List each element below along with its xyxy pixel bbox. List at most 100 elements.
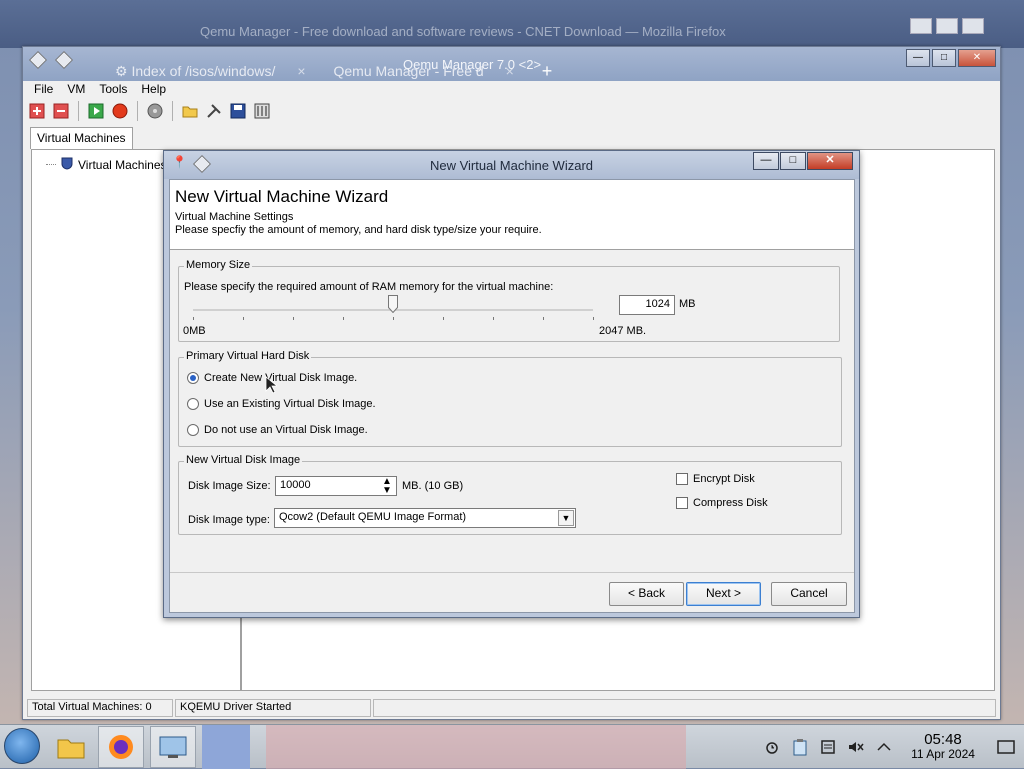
minimize-button[interactable]: —: [906, 49, 930, 67]
volume-muted-icon[interactable]: [842, 733, 870, 761]
slider-tick: [293, 317, 294, 320]
radio-button[interactable]: [187, 372, 199, 384]
encrypt-disk-checkbox[interactable]: Encrypt Disk: [676, 473, 755, 485]
save-icon[interactable]: [228, 101, 248, 121]
memory-slider-thumb[interactable]: [388, 295, 398, 314]
disk-size-label: Disk Image Size:: [188, 480, 271, 492]
group-label: Primary Virtual Hard Disk: [184, 350, 312, 362]
toolbar-separator: [78, 101, 79, 121]
file-manager-icon[interactable]: [48, 726, 94, 768]
notes-icon[interactable]: [814, 733, 842, 761]
main-title-icons: [29, 51, 73, 69]
button-separator: [170, 572, 854, 573]
clock[interactable]: 05:48 11 Apr 2024: [898, 732, 988, 762]
tree-item-virtual-machines[interactable]: Virtual Machines: [46, 156, 167, 173]
memory-prompt: Please specify the required amount of RA…: [184, 281, 554, 293]
start-button[interactable]: [4, 728, 40, 764]
menubar: File VM Tools Help: [27, 81, 173, 99]
radio-button[interactable]: [187, 424, 199, 436]
group-label: New Virtual Disk Image: [184, 454, 303, 466]
slider-tick: [493, 317, 494, 320]
add-vm-icon[interactable]: [27, 101, 47, 121]
taskbar-window-button[interactable]: [202, 725, 250, 769]
alarm-clock-icon[interactable]: [758, 733, 786, 761]
maximize-button[interactable]: □: [780, 152, 806, 170]
radio-button[interactable]: [187, 398, 199, 410]
radio-no-disk[interactable]: Do not use an Virtual Disk Image.: [187, 424, 368, 436]
tab-virtual-machines[interactable]: Virtual Machines: [30, 127, 133, 149]
wizard-header: New Virtual Machine Wizard Virtual Machi…: [170, 180, 854, 250]
menu-tools[interactable]: Tools: [92, 81, 134, 99]
radio-use-existing-disk[interactable]: Use an Existing Virtual Disk Image.: [187, 398, 376, 410]
chevron-down-icon[interactable]: ▼: [558, 510, 574, 526]
memory-value-input[interactable]: 1024: [619, 295, 675, 315]
slider-tick: [443, 317, 444, 320]
browser-tab-index[interactable]: ⚙ Index of /isos/windows/ ×: [103, 61, 318, 81]
checkbox-label: Encrypt Disk: [693, 473, 755, 485]
wizard-description: Please specfiy the amount of memory, and…: [175, 224, 542, 236]
close-button[interactable]: ✕: [958, 49, 996, 67]
back-button[interactable]: < Back: [609, 582, 684, 606]
clipboard-icon[interactable]: [786, 733, 814, 761]
clock-time: 05:48: [924, 731, 962, 748]
slider-tick: [593, 317, 594, 320]
group-label: Memory Size: [184, 259, 253, 271]
qemu-manager-taskbar-icon[interactable]: [150, 726, 196, 768]
toolbar: [27, 99, 272, 123]
disk-size-value: 10000: [280, 479, 311, 491]
close-button[interactable]: ✕: [807, 152, 853, 170]
menu-vm[interactable]: VM: [60, 81, 92, 99]
taskbar: 05:48 11 Apr 2024: [0, 724, 1024, 769]
firefox-icon[interactable]: [98, 726, 144, 768]
spinner-arrows-icon[interactable]: ▲ ▼: [378, 477, 396, 496]
delete-vm-icon[interactable]: [51, 101, 71, 121]
main-window-title: Qemu Manager 7.0 <2>: [403, 57, 542, 72]
show-desktop-icon[interactable]: [988, 733, 1024, 761]
stop-vm-icon[interactable]: [110, 101, 130, 121]
radio-label: Create New Virtual Disk Image.: [204, 372, 358, 384]
slider-tick: [343, 317, 344, 320]
disk-type-select[interactable]: Qcow2 (Default QEMU Image Format) ▼: [274, 508, 576, 528]
main-titlebar[interactable]: ⚙ Index of /isos/windows/ × Qemu Manager…: [23, 47, 1000, 81]
browser-tab-label: Index of /isos/windows/: [131, 63, 276, 79]
memory-unit-label: MB: [679, 298, 696, 310]
radio-label: Do not use an Virtual Disk Image.: [204, 424, 368, 436]
background-browser-title: Qemu Manager - Free download and softwar…: [200, 24, 726, 39]
new-disk-image-group: New Virtual Disk Image Disk Image Size: …: [178, 454, 842, 535]
next-button[interactable]: Next >: [686, 582, 761, 606]
window-menu-icon[interactable]: [29, 51, 47, 69]
statusbar: Total Virtual Machines: 0 KQEMU Driver S…: [27, 699, 998, 717]
wizard-window-controls: — □ ✕: [753, 152, 853, 170]
window-pin-icon[interactable]: [55, 51, 73, 69]
config-icon[interactable]: [252, 101, 272, 121]
taskbar-window-button[interactable]: [266, 725, 686, 769]
toolbar-separator: [172, 101, 173, 121]
checkbox[interactable]: [676, 473, 688, 485]
disk-size-input[interactable]: 10000 ▲ ▼: [275, 476, 397, 496]
memory-min-label: 0MB: [183, 325, 206, 337]
close-tab-icon[interactable]: ×: [297, 63, 305, 79]
menu-file[interactable]: File: [27, 81, 60, 99]
menu-help[interactable]: Help: [134, 81, 173, 99]
maximize-button[interactable]: □: [932, 49, 956, 67]
disk-icon[interactable]: [145, 101, 165, 121]
compress-disk-checkbox[interactable]: Compress Disk: [676, 497, 768, 509]
disk-size-unit: MB. (10 GB): [402, 480, 464, 492]
clock-date: 11 Apr 2024: [911, 747, 975, 761]
start-vm-icon[interactable]: [86, 101, 106, 121]
checkbox[interactable]: [676, 497, 688, 509]
status-empty: [373, 699, 996, 717]
system-tray: 05:48 11 Apr 2024: [758, 725, 1024, 769]
settings-tools-icon[interactable]: [204, 101, 224, 121]
wizard-titlebar[interactable]: 📍 New Virtual Machine Wizard — □ ✕: [164, 151, 859, 179]
minimize-button[interactable]: —: [753, 152, 779, 170]
vm-shield-icon: [60, 156, 74, 173]
tab-favicon-icon: ⚙: [115, 63, 128, 79]
toolbar-separator: [137, 101, 138, 121]
checkbox-label: Compress Disk: [693, 497, 768, 509]
cancel-button[interactable]: Cancel: [771, 582, 847, 606]
wizard-body: New Virtual Machine Wizard Virtual Machi…: [169, 179, 855, 613]
open-folder-icon[interactable]: [180, 101, 200, 121]
chevron-up-icon[interactable]: [870, 733, 898, 761]
radio-label: Use an Existing Virtual Disk Image.: [204, 398, 376, 410]
